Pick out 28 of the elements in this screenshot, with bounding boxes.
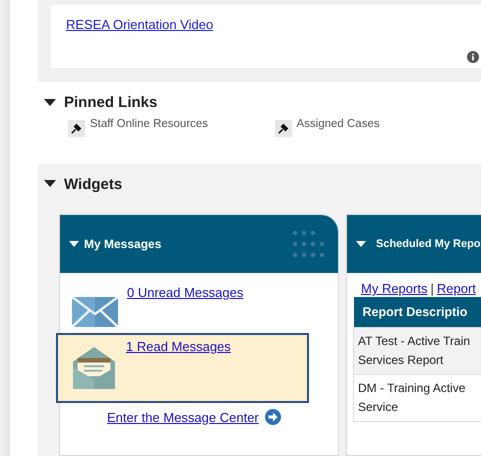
separator-text: | <box>430 281 434 296</box>
column-header: Report Descriptio <box>354 297 481 328</box>
pin-icon[interactable] <box>68 120 85 138</box>
reports-link[interactable]: Report <box>436 281 476 296</box>
pinned-link[interactable]: Assigned Cases <box>296 118 380 130</box>
section-title: Widgets <box>64 176 122 192</box>
widget-title: My Messages <box>84 237 162 251</box>
open-envelope-icon <box>71 347 117 389</box>
collapse-icon[interactable] <box>69 240 79 248</box>
video-link[interactable]: RESEA Orientation Video <box>66 17 214 32</box>
pin-icon[interactable] <box>274 120 292 138</box>
info-icon[interactable] <box>467 51 479 63</box>
messages-link[interactable]: 0 Unread Messages <box>127 285 244 300</box>
message-center-link[interactable]: Enter the Message Center <box>107 410 259 424</box>
collapse-icon[interactable] <box>44 98 56 107</box>
table-cell: AT Test - Active Train Services Report <box>354 328 481 374</box>
reports-link[interactable]: My Reports <box>361 281 428 296</box>
collapse-icon[interactable] <box>44 180 56 188</box>
arrow-right-icon[interactable] <box>264 409 281 425</box>
envelope-icon <box>72 297 118 327</box>
pinned-link[interactable]: Staff Online Resources <box>90 118 208 130</box>
widget-title: Scheduled My Repo <box>376 238 481 250</box>
collapse-icon[interactable] <box>356 240 366 248</box>
message-item[interactable]: 1 Read Messages <box>56 333 309 403</box>
section-title: Pinned Links <box>64 94 158 112</box>
message-item[interactable]: 0 Unread Messages <box>68 279 310 333</box>
table-cell: DM - Training Active Service <box>354 374 481 422</box>
messages-link[interactable]: 1 Read Messages <box>126 339 231 354</box>
